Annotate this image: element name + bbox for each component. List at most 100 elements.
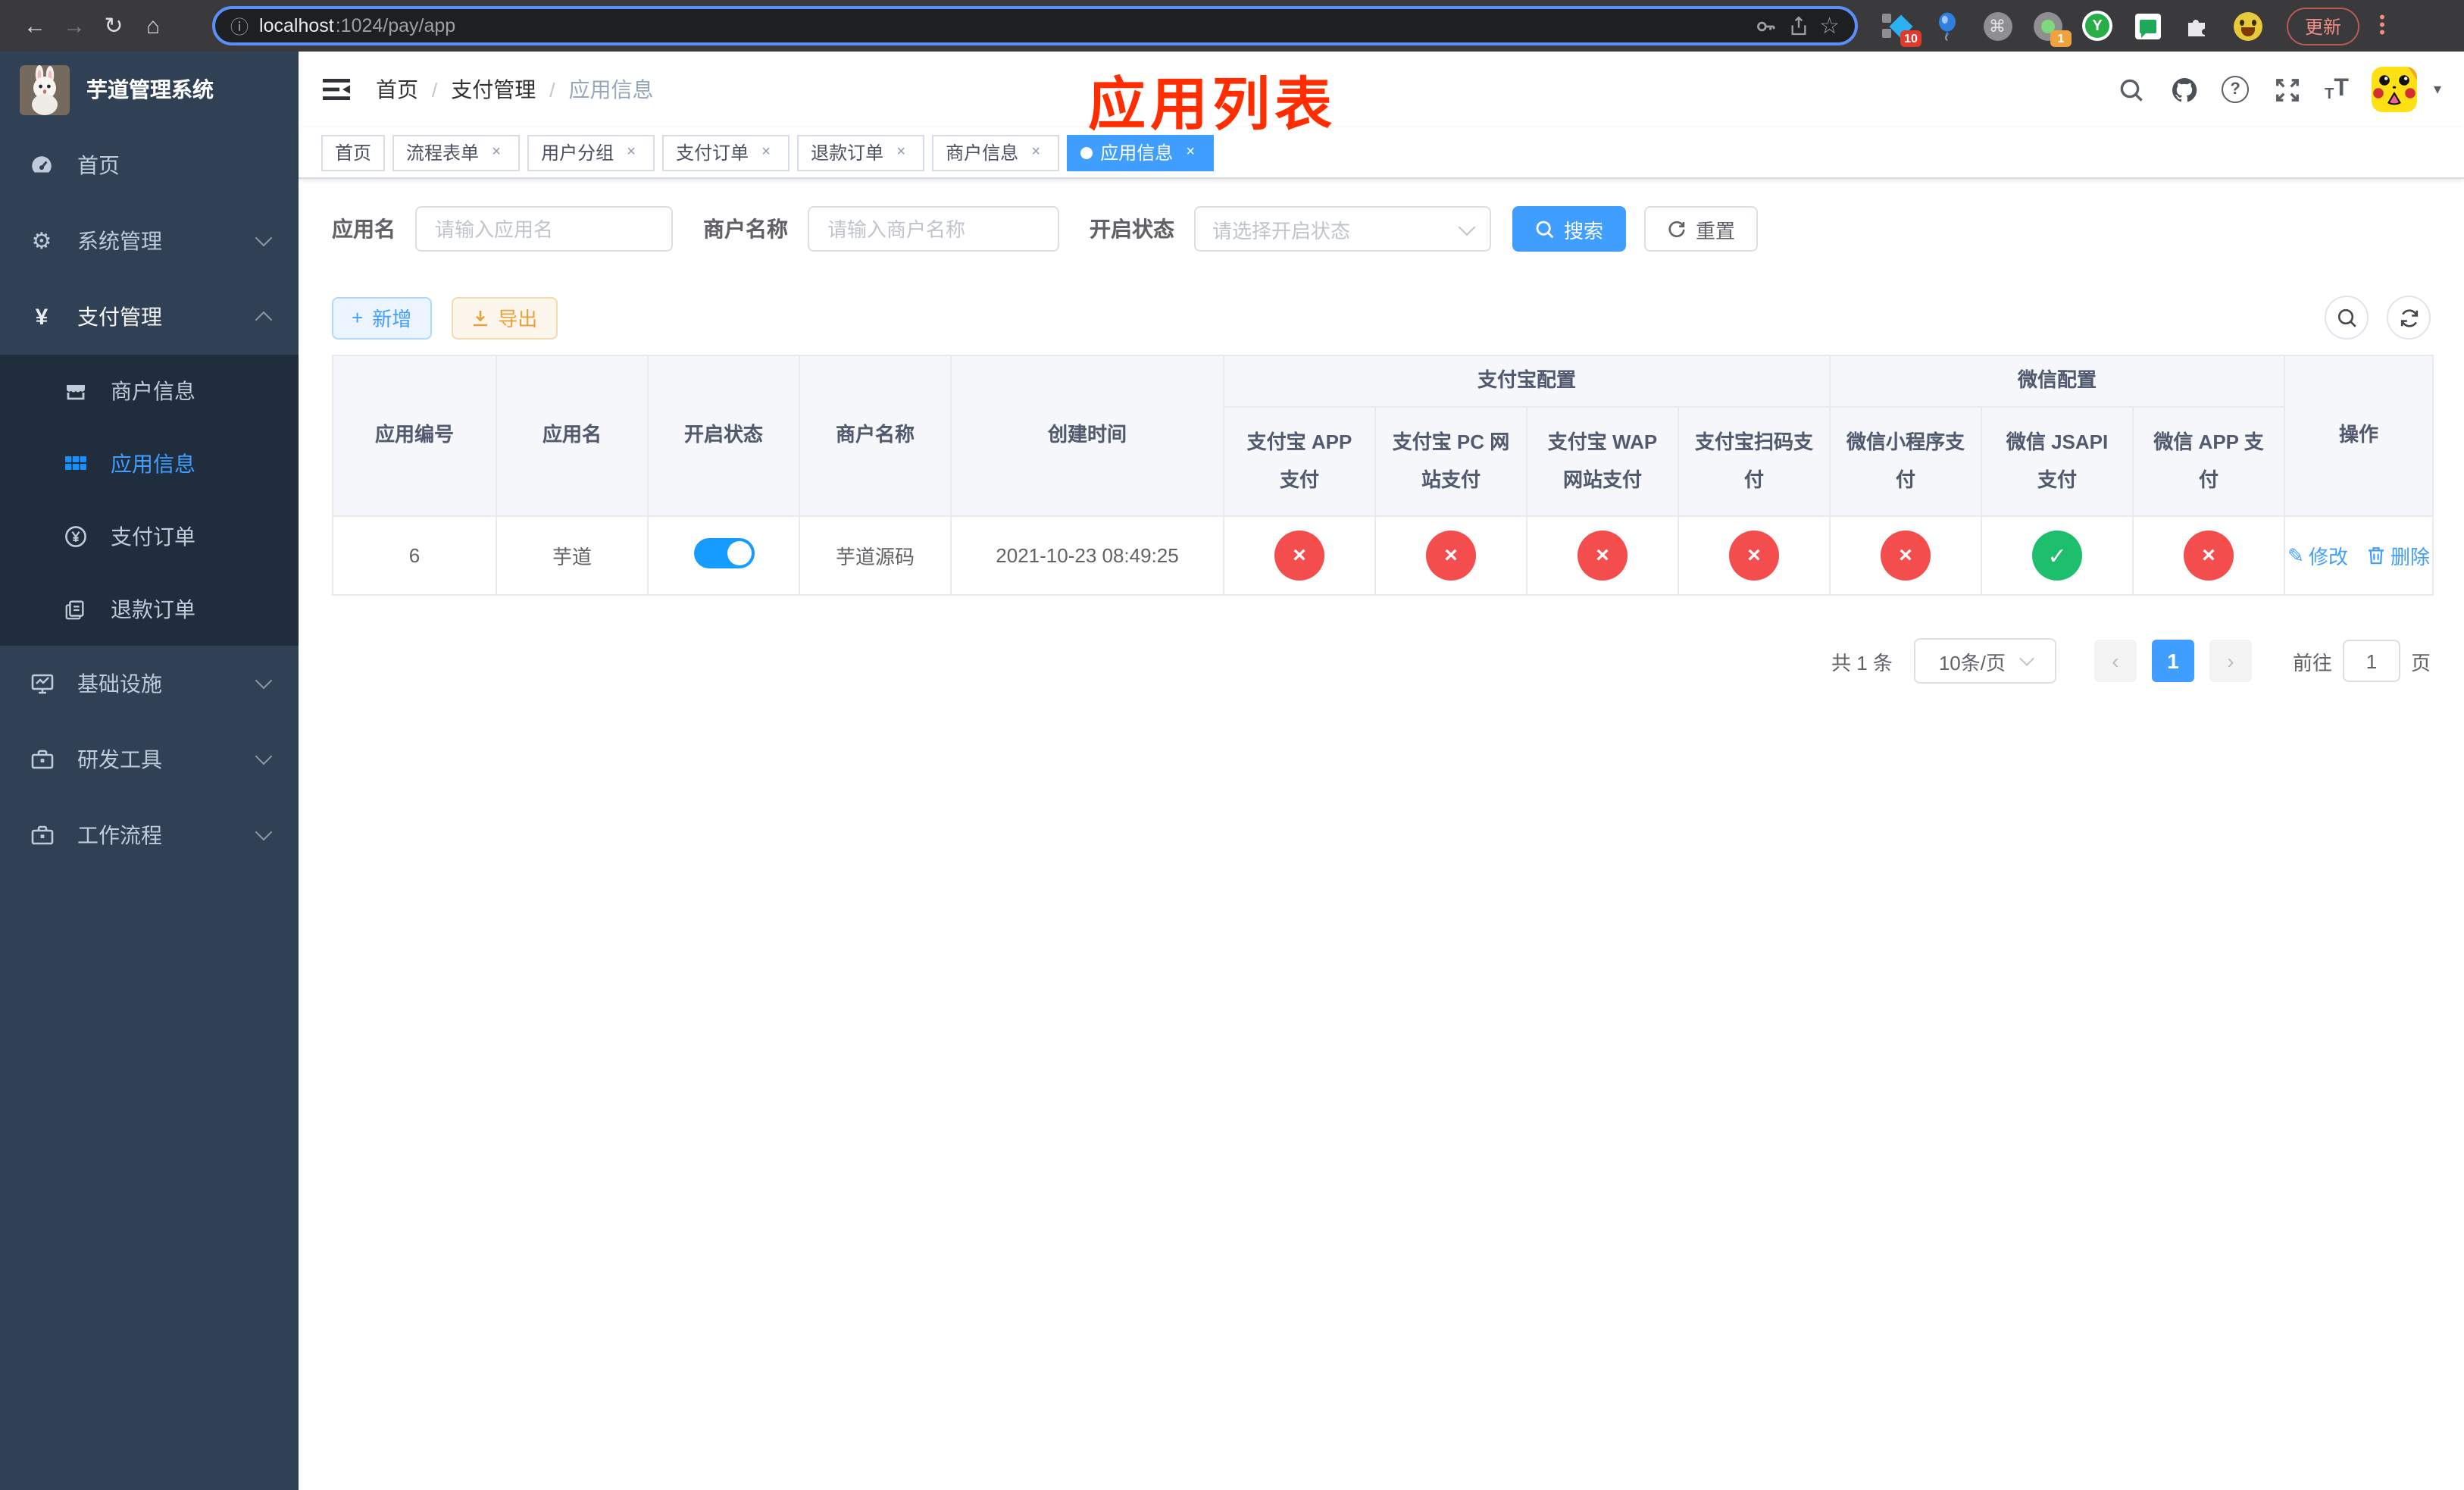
close-icon[interactable]: × [1026,142,1046,162]
browser-home-icon[interactable]: ⌂ [133,6,173,45]
command-extension-icon[interactable]: ⌘ [1982,11,2012,41]
site-info-icon[interactable]: ⓘ [230,13,249,39]
browser-menu-icon[interactable]: • • • [2372,9,2393,41]
tag-home[interactable]: 首页 [321,134,386,171]
sidebar-item-label: 工作流程 [77,823,162,847]
reset-button[interactable]: 重置 [1644,206,1759,252]
close-icon[interactable]: × [621,142,641,162]
app-name-input[interactable] [415,206,673,252]
sidebar-item-label: 基础设施 [77,671,162,696]
help-icon[interactable]: ? [2222,76,2250,103]
page-number-1[interactable]: 1 [2151,640,2194,682]
app-logo[interactable]: 芋道管理系统 [0,52,299,127]
export-button[interactable]: 导出 [451,296,558,339]
chevron-down-icon [255,747,273,765]
browser-back-icon[interactable]: ← [15,6,55,45]
document-icon [62,598,88,621]
delete-link[interactable]: 删除 [2368,541,2430,570]
sidebar-item-payment[interactable]: ¥ 支付管理 [0,279,299,355]
search-icon[interactable] [2115,74,2146,105]
address-bar[interactable]: ⓘ localhost:1024/pay/app ☆ [212,6,1858,45]
add-button[interactable]: + 新增 [332,296,432,339]
sidebar-item-home[interactable]: 首页 [0,127,299,203]
page-size-select[interactable]: 10条/页 [1913,638,2056,684]
page-content: 应用名 商户名称 开启状态 请选择开启状态 搜索 [299,179,2464,1490]
active-dot-icon [1080,146,1093,158]
font-size-icon[interactable]: TT [2325,76,2349,103]
page-size-value: 10条/页 [1938,651,2006,674]
sidebar-item-label: 系统管理 [77,229,162,253]
sidebar-item-system[interactable]: ⚙ 系统管理 [0,203,299,279]
toggle-search-button[interactable] [2325,296,2369,340]
plus-icon: + [352,306,364,329]
refresh-button[interactable] [2387,296,2431,340]
collapse-sidebar-icon[interactable] [321,74,352,105]
tag-merchant-info[interactable]: 商户信息 × [932,134,1060,171]
password-key-icon[interactable] [1754,14,1777,37]
store-icon [62,379,88,403]
browser-update-button[interactable]: 更新 [2287,7,2360,45]
toolbox-icon [29,747,55,772]
status-toggle[interactable] [693,538,754,568]
edit-link[interactable]: ✎ 修改 [2287,541,2348,570]
sidebar-item-label: 首页 [77,153,120,177]
sidebar-item-workflow[interactable]: 工作流程 [0,797,299,873]
tag-pay-order[interactable]: 支付订单 × [662,134,790,171]
channel-status-icon: × [1578,531,1628,581]
goto-page-input[interactable] [2342,640,2400,682]
pin-extension-icon[interactable]: 10 [1882,11,1921,47]
chat-extension-icon[interactable] [2132,11,2162,41]
tag-refund-order[interactable]: 退款订单 × [797,134,925,171]
sidebar-item-app-info[interactable]: 应用信息 [0,427,299,500]
bookmark-star-icon[interactable]: ☆ [1819,12,1840,39]
tag-process-form[interactable]: 流程表单 × [392,134,521,171]
chevron-up-icon [255,311,273,329]
sidebar-item-refund-order[interactable]: 退款订单 [0,573,299,646]
proxy-extension-icon[interactable]: 1 [2032,11,2072,47]
screen: ← → ↻ ⌂ ⓘ localhost:1024/pay/app ☆ 10 ⌘… [0,0,2464,1490]
breadcrumb-current: 应用信息 [568,77,654,102]
extension-badge: 10 [1900,30,1921,47]
col-app-name: 应用名 [496,355,649,517]
tag-label: 流程表单 [406,142,480,164]
emoji-extension-icon[interactable] [2232,11,2262,41]
balloon-extension-icon[interactable] [1932,11,1962,41]
sidebar-item-merchant-info[interactable]: 商户信息 [0,355,299,427]
breadcrumb-home[interactable]: 首页 [376,74,418,105]
cell-app-name: 芋道 [496,515,649,596]
dashboard-icon [29,152,55,178]
close-icon[interactable]: × [756,142,776,162]
col-merchant: 商户名称 [799,355,952,517]
share-icon[interactable] [1787,14,1809,37]
sidebar-item-dev-tools[interactable]: 研发工具 [0,722,299,797]
sidebar-item-infrastructure[interactable]: 基础设施 [0,646,299,722]
puzzle-extension-icon[interactable] [2182,11,2212,41]
chevron-down-icon [2018,651,2034,666]
chevron-down-icon [255,823,273,841]
close-icon[interactable]: × [486,142,506,162]
fullscreen-icon[interactable] [2272,74,2302,105]
sidebar-item-pay-order[interactable]: 支付订单 [0,500,299,573]
url-path: :1024/pay/app [335,15,456,36]
col-alipay-wap: 支付宝 WAP 网站支付 [1526,406,1679,517]
browser-forward-icon[interactable]: → [55,6,94,45]
breadcrumb-payment[interactable]: 支付管理 [451,74,536,105]
avatar-caret-icon[interactable]: ▾ [2434,81,2441,98]
close-icon[interactable]: × [1180,142,1200,162]
sidebar-item-label: 退款订单 [111,597,195,621]
status-select[interactable]: 请选择开启状态 [1194,206,1491,252]
user-avatar[interactable] [2371,67,2417,112]
briefcase-icon [29,823,55,847]
chevron-down-icon [255,229,273,247]
github-icon[interactable] [2169,74,2199,105]
close-icon[interactable]: × [891,142,911,162]
group-wechat: 微信配置 [1829,355,2286,408]
yudao-extension-icon[interactable]: Y [2082,11,2112,41]
search-button[interactable]: 搜索 [1512,206,1627,252]
browser-reload-icon[interactable]: ↻ [94,6,133,45]
tag-user-group[interactable]: 用户分组 × [527,134,655,171]
merchant-name-input[interactable] [808,206,1059,252]
next-page-button[interactable]: › [2209,640,2252,682]
prev-page-button[interactable]: ‹ [2093,640,2137,682]
channel-status-icon: × [1274,531,1324,581]
